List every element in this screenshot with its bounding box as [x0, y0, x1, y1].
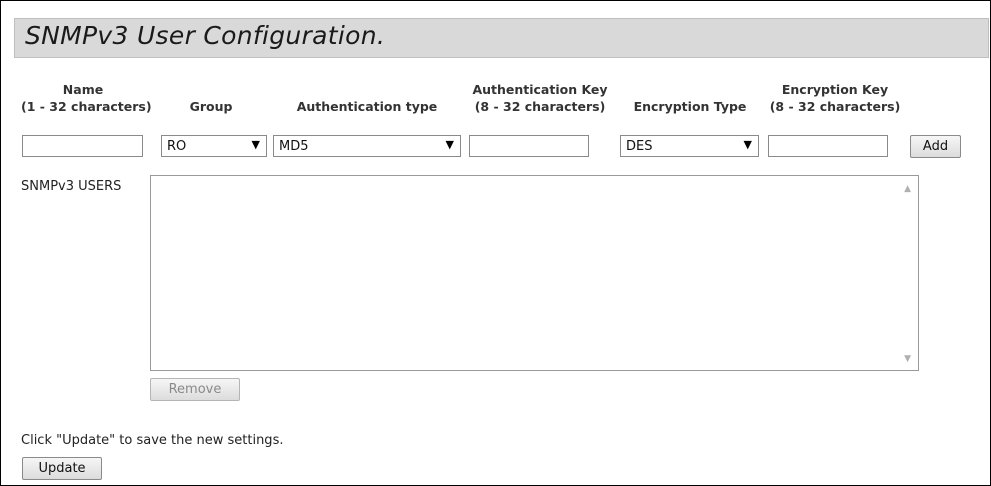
- update-button[interactable]: Update: [22, 457, 102, 480]
- enc-key-column-header: Encryption Key (8 - 32 characters): [761, 81, 909, 115]
- auth-key-header-line1: Authentication Key: [472, 82, 608, 97]
- name-column-header: Name (1 - 32 characters): [21, 81, 152, 115]
- scroll-down-icon[interactable]: ▼: [904, 354, 911, 364]
- snmpv3-users-label: SNMPv3 USERS: [21, 179, 122, 194]
- group-header-text: Group: [189, 99, 233, 114]
- enc-key-input[interactable]: [768, 135, 888, 157]
- auth-key-header-line2: (8 - 32 characters): [474, 99, 606, 114]
- name-input[interactable]: [22, 135, 143, 157]
- auth-key-input[interactable]: [469, 135, 589, 157]
- enc-type-selected-value: DES: [626, 139, 653, 154]
- enc-key-header-line1: Encryption Key: [781, 82, 889, 97]
- group-select[interactable]: RO ▼: [161, 135, 267, 157]
- snmpv3-users-list[interactable]: ▲ ▼: [150, 175, 919, 371]
- scroll-up-icon[interactable]: ▲: [904, 184, 911, 194]
- update-hint-text: Click "Update" to save the new settings.: [21, 433, 284, 448]
- auth-type-select[interactable]: MD5 ▼: [273, 135, 461, 157]
- group-selected-value: RO: [167, 139, 187, 154]
- enc-type-column-header: Encryption Type: [619, 98, 761, 115]
- name-header-line2: (1 - 32 characters): [21, 99, 152, 114]
- remove-button[interactable]: Remove: [150, 378, 240, 401]
- chevron-down-icon: ▼: [251, 138, 260, 151]
- auth-key-column-header: Authentication Key (8 - 32 characters): [465, 81, 615, 115]
- auth-type-selected-value: MD5: [279, 139, 309, 154]
- page-title-bar: SNMPv3 User Configuration.: [14, 18, 989, 58]
- chevron-down-icon: ▼: [445, 138, 454, 151]
- enc-key-header-line2: (8 - 32 characters): [769, 99, 901, 114]
- name-header-line1: Name: [62, 82, 104, 97]
- add-button[interactable]: Add: [910, 135, 961, 158]
- enc-type-select[interactable]: DES ▼: [620, 135, 759, 157]
- auth-type-column-header: Authentication type: [273, 98, 461, 115]
- chevron-down-icon: ▼: [743, 138, 752, 151]
- page-title: SNMPv3 User Configuration.: [25, 21, 386, 50]
- page-frame: SNMPv3 User Configuration. Name (1 - 32 …: [0, 0, 991, 486]
- group-column-header: Group: [161, 98, 261, 115]
- auth-type-header-text: Authentication type: [296, 99, 438, 114]
- enc-type-header-text: Encryption Type: [633, 99, 747, 114]
